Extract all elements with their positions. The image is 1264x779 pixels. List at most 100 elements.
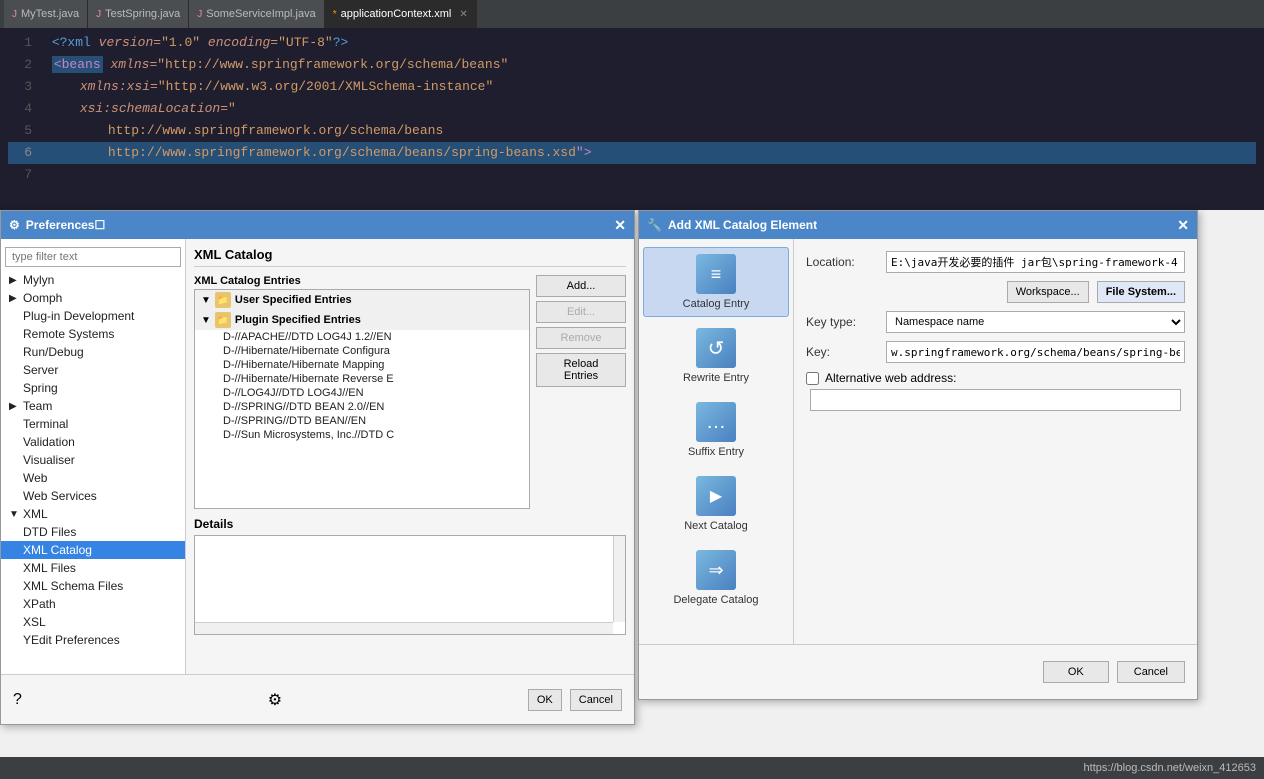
xml-catalog-entries-list[interactable]: ▼ 📁 User Specified Entries ▼ 📁 Plugin Sp… (194, 289, 530, 509)
entry-doc-icon-7: D (223, 415, 231, 427)
key-type-row: Key type: Namespace name Public ID Syste… (806, 311, 1185, 333)
type-rewrite-entry[interactable]: Rewrite Entry (643, 321, 789, 391)
add-catalog-dialog: 🔧 Add XML Catalog Element ✕ Catalog Entr… (638, 210, 1198, 700)
help-icon[interactable]: ? (13, 691, 22, 709)
tab-mytest[interactable]: J MyTest.java (4, 0, 88, 28)
location-input[interactable] (886, 251, 1185, 273)
sidebar-item-oomph[interactable]: ▶Oomph (1, 289, 185, 307)
minimize-button[interactable]: ☐ (94, 218, 105, 232)
add-catalog-cancel-button[interactable]: Cancel (1117, 661, 1185, 683)
alt-web-input-row (806, 389, 1185, 411)
sidebar-item-visualiser[interactable]: ▶Visualiser (1, 451, 185, 469)
pref-close-button[interactable]: ✕ (614, 217, 626, 234)
details-vscroll[interactable] (613, 536, 625, 622)
tab-someservice[interactable]: J SomeServiceImpl.java (189, 0, 324, 28)
code-editor[interactable]: 1 <?xml version="1.0" encoding="UTF-8"?>… (0, 28, 1264, 190)
preferences-titlebar: ⚙ Preferences ☐ ✕ (1, 211, 634, 239)
entry-hibernate-config[interactable]: D -//Hibernate/Hibernate Configura (195, 344, 529, 358)
sidebar-item-xml-catalog[interactable]: ▶XML Catalog (1, 541, 185, 559)
next-catalog-icon (696, 476, 736, 516)
entry-doc-icon-6: D (223, 401, 231, 413)
alt-web-checkbox[interactable] (806, 372, 819, 385)
location-label: Location: (806, 255, 886, 269)
settings-icon[interactable]: ⚙ (268, 690, 282, 710)
pref-cancel-button[interactable]: Cancel (570, 689, 622, 711)
sidebar-item-server[interactable]: ▶Server (1, 361, 185, 379)
details-hscroll[interactable] (195, 622, 613, 634)
type-catalog-entry[interactable]: Catalog Entry (643, 247, 789, 317)
plugin-specified-section[interactable]: ▼ 📁 Plugin Specified Entries (195, 310, 529, 330)
pref-icon: ⚙ (9, 218, 20, 232)
catalog-title-icon: 🔧 (647, 218, 662, 232)
type-next-catalog[interactable]: Next Catalog (643, 469, 789, 539)
type-delegate-catalog[interactable]: Delegate Catalog (643, 543, 789, 613)
preferences-dialog: ⚙ Preferences ☐ ✕ ▶Mylyn ▶Oomph ▶Plug-in… (0, 210, 635, 725)
entry-spring-bean[interactable]: D -//SPRING//DTD BEAN//EN (195, 414, 529, 428)
tab-testspring[interactable]: J TestSpring.java (88, 0, 189, 28)
remove-button[interactable]: Remove (536, 327, 626, 349)
key-type-label: Key type: (806, 315, 886, 329)
sidebar-item-webservices[interactable]: ▶Web Services (1, 487, 185, 505)
sidebar-item-remote[interactable]: ▶Remote Systems (1, 325, 185, 343)
type-suffix-entry[interactable]: Suffix Entry (643, 395, 789, 465)
sidebar-item-yedit[interactable]: ▶YEdit Preferences (1, 631, 185, 649)
entry-spring-bean20[interactable]: D -//SPRING//DTD BEAN 2.0//EN (195, 400, 529, 414)
java-icon-2: J (96, 9, 101, 20)
sidebar-item-mylyn[interactable]: ▶Mylyn (1, 271, 185, 289)
edit-button[interactable]: Edit... (536, 301, 626, 323)
workspace-button[interactable]: Workspace... (1007, 281, 1089, 303)
reload-button[interactable]: Reload Entries (536, 353, 626, 387)
user-specified-section[interactable]: ▼ 📁 User Specified Entries (195, 290, 529, 310)
sidebar-item-xsl[interactable]: ▶XSL (1, 613, 185, 631)
sidebar-item-dtd-files[interactable]: ▶DTD Files (1, 523, 185, 541)
entry-log4j2[interactable]: D -//LOG4J//DTD LOG4J//EN (195, 386, 529, 400)
tab-close-icon[interactable]: ✕ (459, 9, 467, 20)
entry-sun[interactable]: D -//Sun Microsystems, Inc.//DTD C (195, 428, 529, 442)
key-row: Key: (806, 341, 1185, 363)
sidebar-item-spring[interactable]: ▶Spring (1, 379, 185, 397)
tab-appcontext[interactable]: * applicationContext.xml ✕ (325, 0, 477, 28)
alt-web-input[interactable] (810, 389, 1181, 411)
pref-body: ▶Mylyn ▶Oomph ▶Plug-in Development ▶Remo… (1, 239, 634, 674)
code-line-4: 4 xsi:schemaLocation=" (8, 98, 1256, 120)
add-catalog-ok-button[interactable]: OK (1043, 661, 1109, 683)
java-icon: J (12, 9, 17, 20)
add-catalog-body: Catalog Entry Rewrite Entry Suffix Entry… (639, 239, 1197, 644)
code-line-6: 6 http://www.springframework.org/schema/… (8, 142, 1256, 164)
sidebar-item-xpath[interactable]: ▶XPath (1, 595, 185, 613)
editor-area: J MyTest.java J TestSpring.java J SomeSe… (0, 0, 1264, 210)
entry-log4j[interactable]: D -//APACHE//DTD LOG4J 1.2//EN (195, 330, 529, 344)
status-url: https://blog.csdn.net/weixn_412653 (1084, 762, 1256, 774)
xml-entries-list: XML Catalog Entries ▼ 📁 User Specified E… (194, 275, 530, 509)
entry-hibernate-reverse[interactable]: D -//Hibernate/Hibernate Reverse E (195, 372, 529, 386)
content-title: XML Catalog (194, 247, 626, 267)
code-line-7: 7 (8, 164, 1256, 186)
key-input[interactable] (886, 341, 1185, 363)
sidebar-item-xml-schema[interactable]: ▶XML Schema Files (1, 577, 185, 595)
add-catalog-close-button[interactable]: ✕ (1177, 217, 1189, 234)
pref-content: XML Catalog XML Catalog Entries ▼ 📁 User… (186, 239, 634, 674)
entry-hibernate-mapping[interactable]: D -//Hibernate/Hibernate Mapping (195, 358, 529, 372)
alt-web-label: Alternative web address: (825, 371, 956, 385)
filter-input[interactable] (5, 247, 181, 267)
java-icon-3: J (197, 9, 202, 20)
sidebar-item-plugin[interactable]: ▶Plug-in Development (1, 307, 185, 325)
key-type-select[interactable]: Namespace name Public ID System ID URI (886, 311, 1185, 333)
sidebar-item-team[interactable]: ▶Team (1, 397, 185, 415)
sidebar-item-terminal[interactable]: ▶Terminal (1, 415, 185, 433)
sidebar-item-validation[interactable]: ▶Validation (1, 433, 185, 451)
sidebar-item-xml[interactable]: ▼XML (1, 505, 185, 523)
entry-doc-icon-5: D (223, 387, 231, 399)
add-catalog-titlebar: 🔧 Add XML Catalog Element ✕ (639, 211, 1197, 239)
add-button[interactable]: Add... (536, 275, 626, 297)
sidebar-item-xml-files[interactable]: ▶XML Files (1, 559, 185, 577)
sidebar-item-web[interactable]: ▶Web (1, 469, 185, 487)
entry-doc-icon-8: D (223, 429, 231, 441)
sidebar-item-rundebug[interactable]: ▶Run/Debug (1, 343, 185, 361)
pref-title: Preferences (26, 218, 95, 232)
pref-ok-button[interactable]: OK (528, 689, 562, 711)
catalog-buttons: Add... Edit... Remove Reload Entries (536, 275, 626, 509)
entry-doc-icon-3: D (223, 359, 231, 371)
file-system-button[interactable]: File System... (1097, 281, 1185, 303)
entry-doc-icon-4: D (223, 373, 231, 385)
